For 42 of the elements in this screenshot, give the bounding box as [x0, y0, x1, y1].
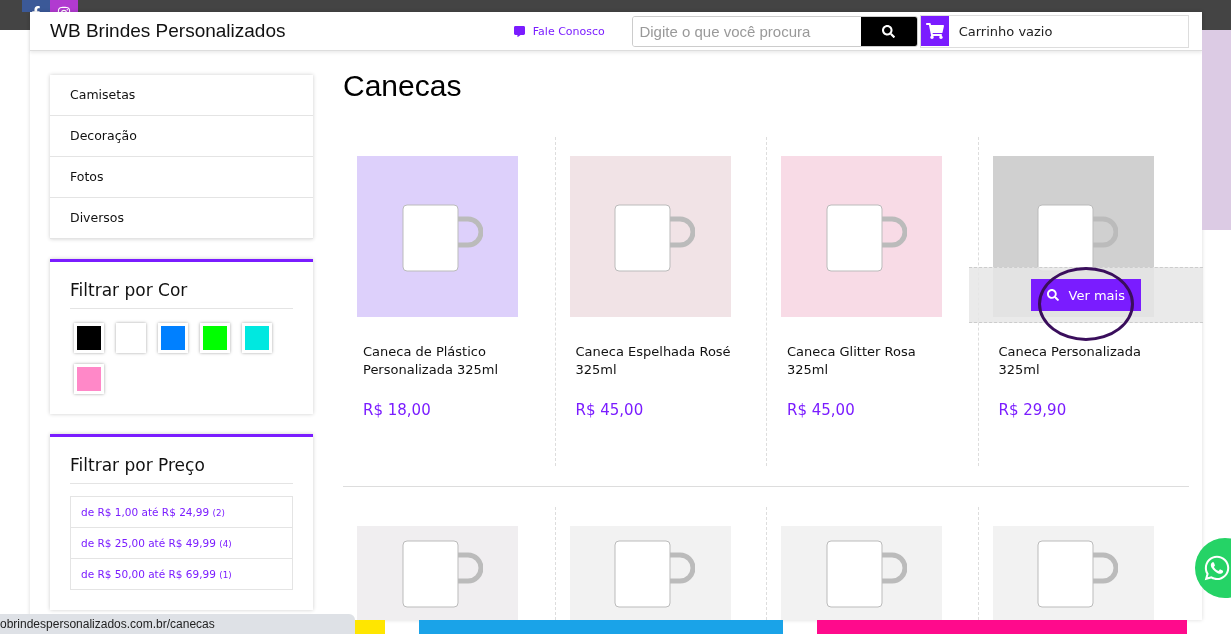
- category-item[interactable]: Fotos: [50, 157, 313, 198]
- filter-title: Filtrar por Preço: [70, 455, 293, 484]
- cart-box[interactable]: Carrinho vazio: [919, 14, 1189, 48]
- instagram-icon[interactable]: [50, 0, 78, 12]
- product-price: R$ 18,00: [363, 401, 432, 419]
- category-item[interactable]: Camisetas: [50, 75, 313, 116]
- search-button[interactable]: [860, 16, 917, 46]
- banner-ad[interactable]: [355, 620, 385, 634]
- whatsapp-icon: [1203, 554, 1231, 582]
- price-range-link[interactable]: de R$ 25,00 até R$ 49,99 (4): [71, 528, 292, 559]
- view-more-button[interactable]: Ver mais: [1030, 279, 1141, 311]
- banner-ad[interactable]: [817, 620, 1187, 634]
- color-swatch[interactable]: [158, 323, 188, 353]
- category-item[interactable]: Diversos: [50, 198, 313, 239]
- cart-icon: [920, 16, 949, 46]
- price-range-link[interactable]: de R$ 1,00 até R$ 24,99 (2): [71, 497, 292, 528]
- color-swatch[interactable]: [116, 323, 146, 353]
- product-name[interactable]: Caneca Personalizada 325ml: [998, 343, 1169, 379]
- filter-title: Filtrar por Cor: [70, 280, 293, 309]
- search-icon: [1046, 289, 1059, 301]
- chat-icon: [513, 25, 525, 37]
- product-price: R$ 45,00: [787, 401, 856, 419]
- product-price: R$ 45,00: [575, 401, 645, 419]
- banner-ad[interactable]: [419, 620, 783, 634]
- product-name[interactable]: Caneca Espelhada Rosé 325ml: [575, 343, 746, 379]
- search-icon: [882, 24, 896, 38]
- color-swatch[interactable]: [74, 364, 104, 394]
- price-range-link[interactable]: de R$ 50,00 até R$ 69,99 (1): [71, 559, 292, 589]
- category-title: Canecas: [343, 69, 463, 103]
- search-field[interactable]: Digite o que você procura: [632, 15, 918, 47]
- cart-status: Carrinho vazio: [958, 23, 1053, 39]
- color-swatch[interactable]: [242, 323, 272, 353]
- product-price: R$ 29,90: [998, 401, 1068, 419]
- color-swatch[interactable]: [200, 323, 230, 353]
- category-item[interactable]: Decoração: [50, 116, 313, 157]
- store-name[interactable]: WB Brindes Personalizados: [50, 20, 514, 42]
- contact-link[interactable]: Fale Conosco: [513, 24, 633, 38]
- product-name[interactable]: Caneca Glitter Rosa 325ml: [787, 343, 958, 379]
- facebook-icon[interactable]: [22, 0, 50, 12]
- status-url: obrindespersonalizados.com.br/canecas: [0, 614, 355, 634]
- product-name[interactable]: Caneca de Plástico Personalizada 325ml: [363, 343, 535, 379]
- color-swatch[interactable]: [74, 323, 104, 353]
